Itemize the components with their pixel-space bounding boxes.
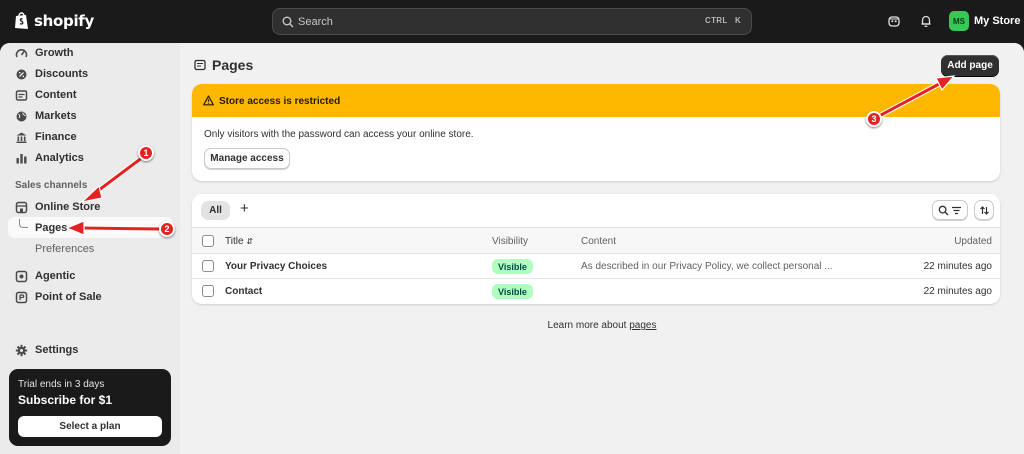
trial-offer-text: Subscribe for $1 [18, 393, 113, 407]
sidebar-sub-preferences[interactable]: Preferences [35, 243, 94, 255]
sidebar-item-online-store[interactable]: Online Store [15, 199, 100, 215]
tree-connector [19, 219, 28, 228]
bell-icon[interactable] [919, 14, 933, 28]
search-filter-button[interactable] [932, 200, 968, 220]
annotation-step-2: 2 [159, 221, 175, 237]
sidebar-item-settings[interactable]: Settings [15, 342, 78, 358]
trial-days-text: Trial ends in 3 days [18, 379, 105, 390]
table-row[interactable]: Your Privacy Choices Visible As describe… [192, 254, 1000, 279]
pages-icon [194, 59, 206, 71]
shopify-bag-icon [15, 12, 28, 29]
content-icon [15, 89, 28, 101]
sidebar-item-pages[interactable] [8, 217, 173, 238]
row-updated: 22 minutes ago [923, 286, 992, 297]
banner-title: Store access is restricted [219, 96, 341, 107]
search-icon [282, 16, 294, 28]
sales-channels-heading: Sales channels [15, 180, 88, 191]
sort-icon [979, 205, 989, 215]
sidebar-item-label: Point of Sale [35, 291, 102, 303]
search-input[interactable]: Search CTRL K [272, 8, 752, 35]
sidebar-item-growth[interactable]: Growth [15, 45, 74, 61]
table-header: Title ⇵ Visibility Content Updated [192, 227, 1000, 254]
select-all-checkbox[interactable] [202, 235, 214, 247]
shopify-logo[interactable]: shopify [14, 11, 94, 30]
chart-icon [16, 153, 27, 163]
sidebar-item-label: Agentic [35, 270, 76, 282]
logo-text: shopify [34, 11, 94, 30]
table-row[interactable]: Contact Visible 22 minutes ago [192, 279, 1000, 304]
sidebar-item-label: Online Store [35, 201, 101, 213]
sidebar-item-label: Growth [35, 47, 74, 59]
agentic-icon [15, 270, 28, 282]
globe-icon [16, 111, 27, 121]
store-name[interactable]: My Store [974, 15, 1020, 27]
column-content: Content [581, 236, 617, 247]
row-title[interactable]: Contact [225, 286, 262, 297]
sidebar-item-label: Markets [35, 110, 77, 122]
page-title: Pages [194, 57, 253, 73]
select-plan-button[interactable]: Select a plan [18, 416, 162, 437]
sidebar-sub-pages-label[interactable]: Pages [35, 222, 67, 234]
sidebar-item-markets[interactable]: Markets [15, 108, 77, 124]
store-avatar[interactable]: MS [949, 11, 969, 31]
learn-more: Learn more about pages [180, 320, 1024, 331]
discount-icon [16, 69, 27, 79]
visibility-badge: Visible [492, 259, 533, 274]
pos-icon [15, 291, 28, 303]
row-content: As described in our Privacy Policy, we c… [581, 261, 833, 272]
sidebar-item-point-of-sale[interactable]: Point of Sale [15, 289, 102, 305]
page-title-text: Pages [212, 57, 254, 73]
column-updated: Updated [954, 236, 992, 247]
tab-all[interactable]: All [201, 201, 230, 220]
annotation-step-1: 1 [138, 145, 154, 161]
sidekick-icon[interactable] [887, 14, 901, 28]
app-shell: Growth Discounts Content Markets Finance… [0, 43, 1024, 454]
gear-icon [15, 344, 28, 356]
sort-button[interactable] [974, 200, 994, 220]
pages-table-card: All + Title ⇵ Visibility Content Updated… [192, 194, 1000, 304]
main-content: Pages Add page Store access is restricte… [180, 43, 1024, 454]
sidebar-item-label: Analytics [35, 152, 84, 164]
column-title[interactable]: Title ⇵ [225, 236, 253, 247]
row-checkbox[interactable] [202, 285, 214, 297]
banner-message: Only visitors with the password can acce… [204, 129, 474, 140]
sidebar-item-label: Settings [35, 344, 79, 356]
sidebar-item-label: Content [35, 89, 77, 101]
add-page-button[interactable]: Add page [941, 55, 999, 76]
sidebar-item-agentic[interactable]: Agentic [15, 268, 75, 284]
search-icon [938, 205, 949, 215]
column-visibility: Visibility [492, 236, 528, 247]
sidebar-item-finance[interactable]: Finance [15, 129, 77, 145]
sidebar-item-label: Discounts [35, 68, 89, 80]
growth-icon [15, 48, 28, 57]
manage-access-button[interactable]: Manage access [204, 148, 290, 169]
annotation-step-3: 3 [866, 111, 882, 127]
shortcut-key: K [735, 16, 742, 25]
sidebar-item-discounts[interactable]: Discounts [15, 66, 88, 82]
sidebar-item-label: Finance [35, 131, 77, 143]
row-checkbox[interactable] [202, 260, 214, 272]
learn-more-link[interactable]: pages [629, 320, 656, 331]
top-bar: shopify Search CTRL K MS My Store [0, 0, 1024, 43]
search-placeholder: Search [298, 16, 333, 28]
sidebar-item-analytics[interactable]: Analytics [15, 150, 84, 166]
add-view-button[interactable]: + [240, 200, 249, 217]
sort-caret-icon: ⇵ [246, 237, 254, 246]
shortcut-ctrl: CTRL [705, 16, 728, 25]
store-icon [15, 201, 28, 213]
store-access-banner: Store access is restricted Only visitors… [192, 84, 1000, 181]
row-title[interactable]: Your Privacy Choices [225, 261, 327, 272]
bank-icon [16, 132, 27, 143]
row-updated: 22 minutes ago [923, 261, 992, 272]
trial-card: Trial ends in 3 days Subscribe for $1 Se… [9, 369, 171, 446]
learn-more-prefix: Learn more about [547, 320, 630, 331]
warning-icon [203, 95, 214, 106]
visibility-badge: Visible [492, 284, 533, 299]
sidebar: Growth Discounts Content Markets Finance… [0, 43, 180, 454]
sidebar-item-content[interactable]: Content [15, 87, 77, 103]
filter-icon [952, 206, 961, 214]
column-title-label: Title [225, 236, 244, 247]
